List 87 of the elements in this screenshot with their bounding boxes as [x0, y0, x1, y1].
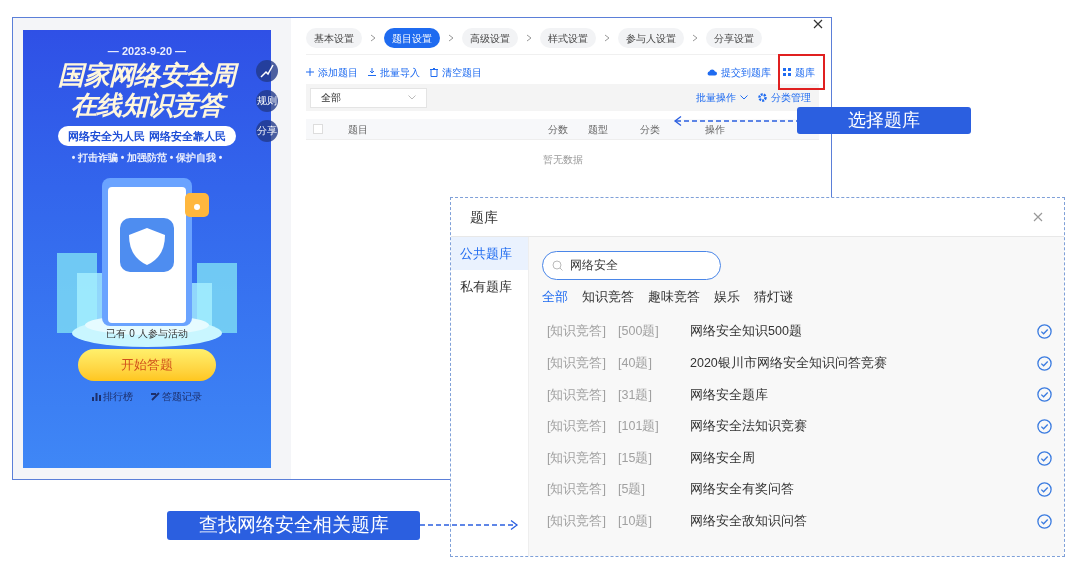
category-tab[interactable]: 全部: [542, 287, 568, 307]
column-header: 操作: [705, 122, 726, 137]
empty-message: 暂无数据: [542, 153, 583, 167]
chevron-icon: [604, 34, 610, 42]
column-header: 题目: [348, 122, 369, 137]
category-tag: [知识竞答]: [547, 480, 618, 500]
close-icon[interactable]: [813, 19, 823, 29]
chevron-icon: [370, 34, 376, 42]
chart-button[interactable]: [256, 60, 278, 82]
category-tag: [知识竞答]: [547, 448, 618, 468]
pen-icon: [151, 392, 160, 401]
step-tab[interactable]: 分享设置: [706, 28, 762, 48]
category-tab[interactable]: 猜灯谜: [754, 287, 793, 307]
question-count: [101题]: [618, 418, 660, 436]
grid-icon: [783, 68, 791, 76]
step-tab[interactable]: 题目设置: [384, 28, 440, 48]
callout-label: 选择题库: [797, 107, 971, 134]
slogan-banner: 网络安全为人民 网络安全靠人民: [58, 125, 236, 146]
column-header: 题型: [588, 122, 609, 137]
trend-icon: [260, 64, 274, 78]
step-tab[interactable]: 样式设置: [540, 28, 596, 48]
poster-tagline: • 打击诈骗 • 加强防范 • 保护自我 •: [71, 151, 223, 165]
gear-icon: [758, 93, 767, 102]
category-tag: [知识竞答]: [547, 354, 618, 373]
category-select[interactable]: 全部: [310, 87, 427, 108]
category-tag: [知识竞答]: [547, 385, 618, 405]
chevron-icon: [692, 34, 698, 42]
library-title[interactable]: 网络安全题库: [690, 385, 768, 405]
search-field[interactable]: 网络安全: [542, 251, 721, 280]
select-value: 全部: [321, 91, 341, 105]
category-tab[interactable]: 趣味竞答: [648, 287, 700, 307]
action-link[interactable]: 批量导入: [380, 64, 420, 80]
check-circle-icon[interactable]: [1037, 324, 1052, 340]
category-tag: [知识竞答]: [547, 512, 618, 531]
step-tab[interactable]: 高级设置: [462, 28, 518, 48]
library-nav-item[interactable]: 私有题库: [451, 270, 528, 303]
side-button[interactable]: 分享: [256, 120, 278, 142]
question-count: [40题]: [618, 355, 653, 372]
library-title[interactable]: 2020银川市网络安全知识问答竞赛: [690, 354, 887, 373]
chevron-icon: [526, 34, 532, 42]
library-title[interactable]: 网络安全有奖问答: [690, 480, 794, 500]
question-count: [5题]: [618, 481, 646, 499]
library-title[interactable]: 网络安全法知识竞赛: [690, 417, 807, 436]
check-circle-icon[interactable]: [1037, 482, 1052, 498]
category-tag: [知识竞答]: [547, 322, 618, 342]
chevron-icon: [448, 34, 454, 42]
library-title[interactable]: 网络安全周: [690, 448, 755, 468]
step-tab[interactable]: 基本设置: [306, 28, 362, 48]
side-button[interactable]: 规则: [256, 90, 278, 112]
category-tag: [知识竞答]: [547, 417, 618, 436]
cloud-upload-icon: [707, 68, 717, 76]
check-circle-icon[interactable]: [1037, 419, 1052, 435]
action-link[interactable]: 添加题目: [318, 64, 358, 80]
check-circle-icon[interactable]: [1037, 513, 1052, 529]
dialog-title: 题库: [470, 207, 498, 227]
poster-date: — 2023-9-20 —: [107, 44, 187, 59]
caret-icon: [408, 95, 416, 100]
checkbox[interactable]: [313, 124, 323, 134]
question-count: [31题]: [618, 386, 653, 404]
action-link[interactable]: 提交到题库: [721, 64, 771, 80]
library-title[interactable]: 网络安全知识500题: [690, 322, 802, 342]
column-header: 分数: [548, 122, 569, 137]
category-tab[interactable]: 知识竞答: [582, 287, 634, 307]
question-count: [15题]: [618, 449, 653, 467]
bar-chart-icon: [92, 392, 101, 401]
library-title[interactable]: 网络安全敌知识问答: [690, 512, 807, 531]
check-circle-icon[interactable]: [1037, 450, 1052, 466]
question-count: [500题]: [618, 323, 660, 341]
search-icon: [552, 260, 563, 271]
category-manage-link[interactable]: 分类管理: [771, 90, 811, 105]
check-circle-icon[interactable]: [1037, 387, 1052, 403]
library-nav-item[interactable]: 公共题库: [451, 237, 528, 270]
download-icon: [368, 68, 376, 76]
column-header: 分类: [640, 122, 661, 137]
participant-count: 已有 0 人参与活动: [106, 327, 188, 341]
check-circle-icon[interactable]: [1037, 355, 1052, 371]
action-link[interactable]: 题库: [795, 64, 815, 80]
category-tab[interactable]: 娱乐: [714, 287, 740, 307]
batch-menu[interactable]: 批量操作: [696, 90, 736, 105]
highlight-frame: [778, 54, 825, 90]
plus-icon: [306, 68, 314, 76]
action-link[interactable]: 清空题目: [442, 64, 482, 80]
caret-icon: [740, 95, 748, 100]
question-count: [10题]: [618, 513, 653, 530]
callout-label: 查找网络安全相关题库: [167, 511, 420, 540]
trash-icon: [430, 67, 438, 77]
step-tab[interactable]: 参与人设置: [618, 28, 684, 48]
